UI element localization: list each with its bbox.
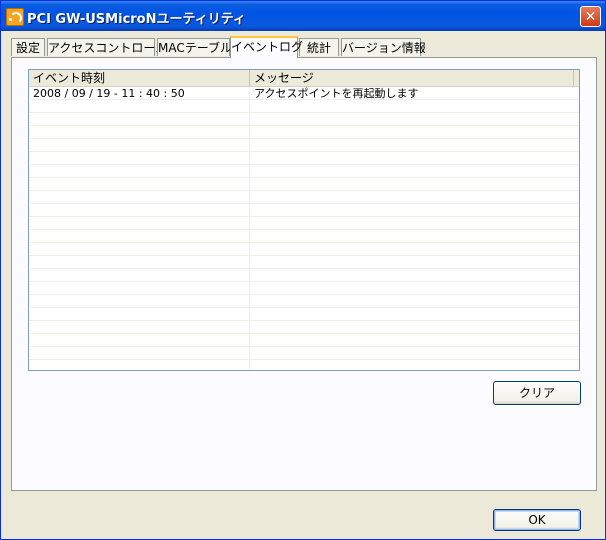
clear-button[interactable]: クリア	[493, 381, 581, 405]
event-time-cell: 2008 / 09 / 19 - 11 : 40 : 50	[33, 87, 185, 100]
event-log-panel: イベント時刻 メッセージ 2008 / 09 / 19 - 11 : 40 : …	[11, 57, 597, 491]
title-bar[interactable]: PCI GW-USMicroNユーティリティ ✕	[1, 1, 605, 31]
tab-settings[interactable]: 設定	[11, 38, 45, 56]
utility-window: PCI GW-USMicroNユーティリティ ✕ 設定 アクセスコントロール M…	[0, 0, 606, 540]
ok-button[interactable]: OK	[493, 509, 581, 531]
column-header-message[interactable]: メッセージ	[250, 70, 574, 86]
list-body	[29, 87, 579, 370]
wireless-utility-icon	[6, 8, 24, 26]
column-divider	[249, 87, 250, 370]
close-button[interactable]: ✕	[580, 6, 601, 27]
table-row[interactable]: 2008 / 09 / 19 - 11 : 40 : 50 アクセスポイントを再…	[29, 87, 579, 100]
message-cell: アクセスポイントを再起動します	[254, 87, 419, 100]
list-header: イベント時刻 メッセージ	[29, 70, 579, 87]
close-icon: ✕	[584, 9, 597, 25]
tab-version-info[interactable]: バージョン情報	[341, 38, 426, 56]
column-header-event-time[interactable]: イベント時刻	[29, 70, 250, 86]
window-title: PCI GW-USMicroNユーティリティ	[27, 12, 246, 27]
tab-event-log[interactable]: イベントログ	[230, 36, 303, 58]
tab-access-control[interactable]: アクセスコントロール	[47, 38, 167, 56]
event-log-list[interactable]: イベント時刻 メッセージ 2008 / 09 / 19 - 11 : 40 : …	[28, 69, 580, 371]
tab-mac-table[interactable]: MACテーブル	[157, 38, 232, 56]
tab-statistics[interactable]: 統計	[299, 38, 339, 56]
